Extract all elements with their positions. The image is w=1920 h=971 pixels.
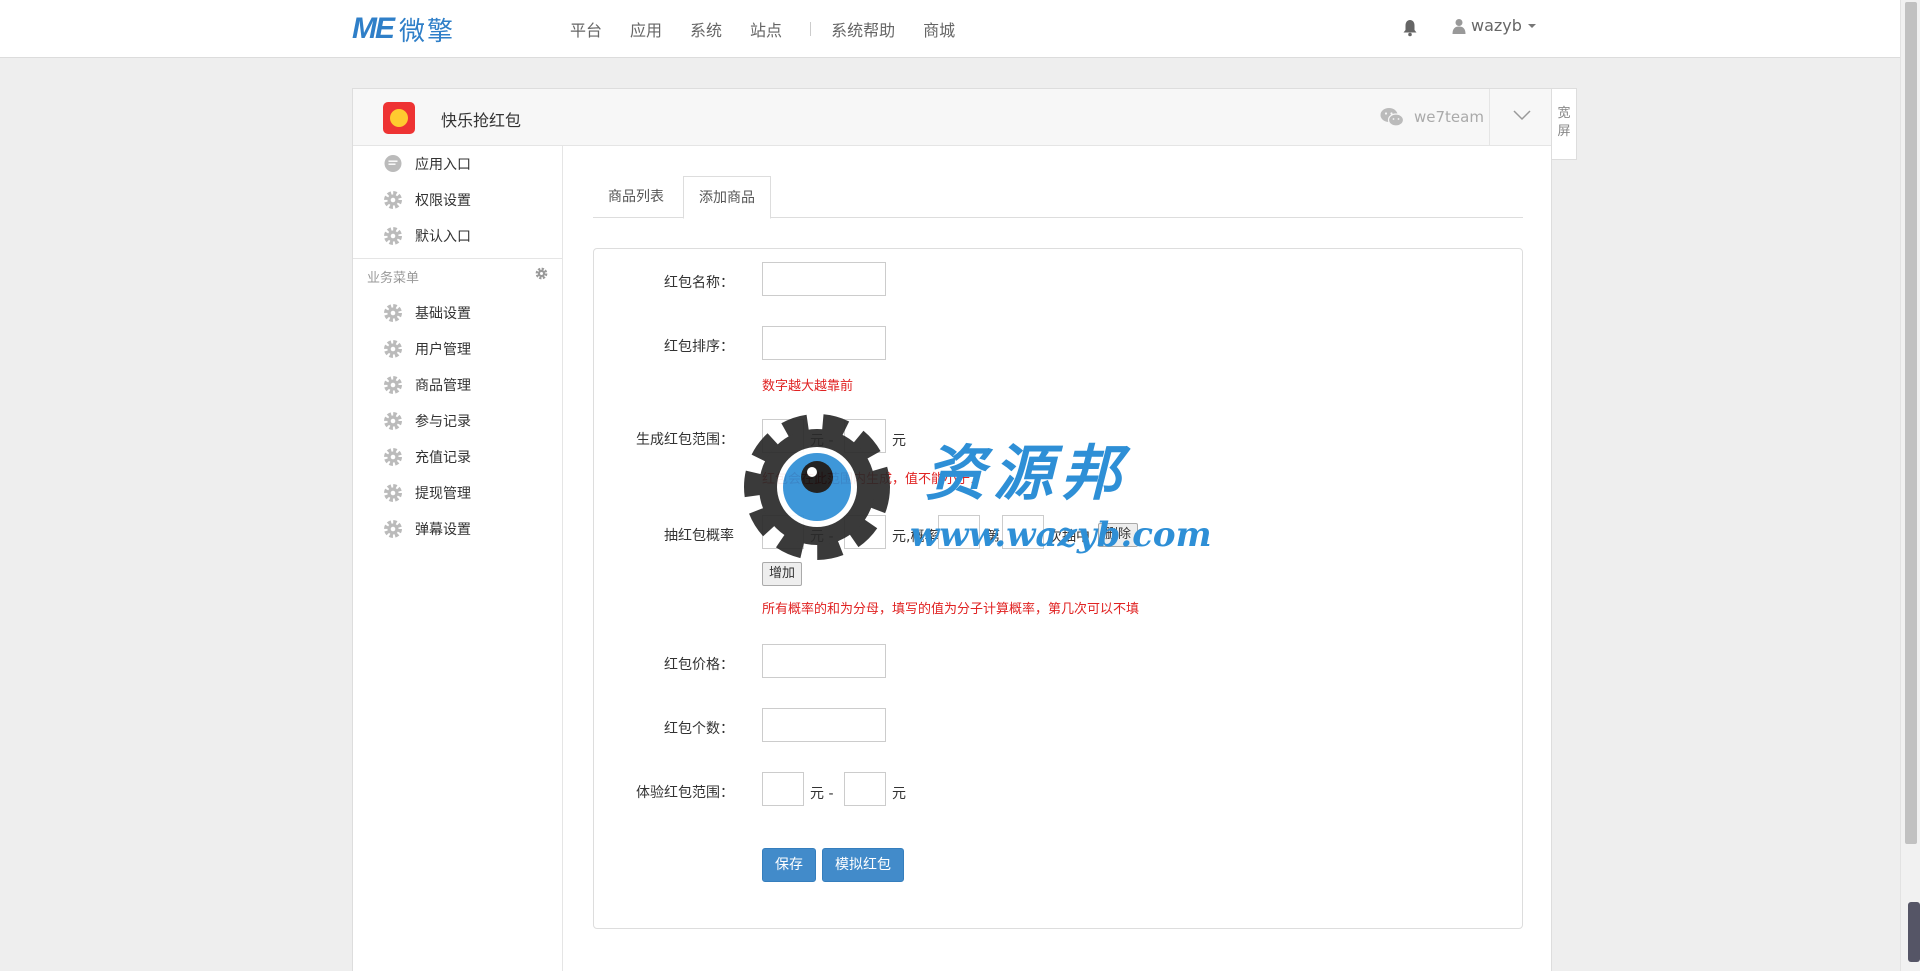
sidebar-group-title: 业务菜单 xyxy=(367,271,420,286)
price-label: 红包价格： xyxy=(664,657,734,673)
trial-label: 体验红包范围： xyxy=(636,785,734,801)
sidebar-item-recharge[interactable]: 充值记录 xyxy=(353,439,563,475)
sidebar-item-label: 商品管理 xyxy=(415,378,471,394)
scrollbar-thumb[interactable] xyxy=(1905,2,1917,844)
caret-down-icon xyxy=(1527,23,1536,28)
product-form: 红包名称： 红包排序： 数字越大越靠前 生成红包范围： 元 - 元 红包会在此范… xyxy=(593,248,1523,929)
sidebar-item-default-entry[interactable]: 默认入口 xyxy=(353,218,563,254)
count-label: 红包个数： xyxy=(664,721,734,737)
gear-icon xyxy=(384,520,402,538)
nav-item-apps[interactable]: 应用 xyxy=(630,17,662,41)
sidebar-item-withdraw[interactable]: 提现管理 xyxy=(353,475,563,511)
nav-divider xyxy=(810,22,812,36)
sidebar: 应用入口 权限设置 默认入口 业务菜单 基础设置 用户管理 商品管理 参与记录 … xyxy=(353,146,563,971)
main-nav: 平台 应用 系统 站点 系统帮助 商城 xyxy=(570,0,983,58)
sidebar-item-permission[interactable]: 权限设置 xyxy=(353,182,563,218)
bell-icon[interactable] xyxy=(1402,19,1418,37)
tab-add-product[interactable]: 添加商品 xyxy=(683,176,771,219)
panel-header: 快乐抢红包 we7team xyxy=(353,89,1551,146)
simulate-button[interactable]: 模拟红包 xyxy=(822,848,904,882)
gear-icon xyxy=(384,376,402,394)
tab-product-list[interactable]: 商品列表 xyxy=(593,176,679,218)
sort-label: 红包排序： xyxy=(664,339,734,355)
sidebar-item-label: 权限设置 xyxy=(415,193,471,209)
app-icon xyxy=(383,102,415,134)
gear-icon xyxy=(384,340,402,358)
sidebar-item-participation[interactable]: 参与记录 xyxy=(353,403,563,439)
gear-icon xyxy=(384,448,402,466)
sort-input[interactable] xyxy=(762,326,886,360)
gear-icon xyxy=(384,191,402,209)
gear-icon xyxy=(384,304,402,322)
watermark-gear-icon xyxy=(744,414,890,560)
name-label: 红包名称： xyxy=(664,275,734,291)
sidebar-item-basic-settings[interactable]: 基础设置 xyxy=(353,295,563,331)
trial-unit-dash: 元 - xyxy=(810,786,834,802)
sort-hint: 数字越大越靠前 xyxy=(762,379,854,394)
nav-item-site[interactable]: 站点 xyxy=(750,17,782,41)
nav-item-help[interactable]: 系统帮助 xyxy=(831,17,895,41)
sidebar-item-label: 应用入口 xyxy=(415,157,471,173)
account-name: we7team xyxy=(1414,108,1484,126)
widescreen-toggle[interactable]: 宽屏 xyxy=(1552,88,1577,160)
sidebar-item-danmaku[interactable]: 弹幕设置 xyxy=(353,511,563,547)
prob-label: 抽红包概率 xyxy=(664,528,734,544)
nav-item-platform[interactable]: 平台 xyxy=(570,17,602,41)
watermark-url: www.wazyb.com xyxy=(910,515,1212,555)
sidebar-divider xyxy=(353,258,563,259)
gear-icon xyxy=(384,412,402,430)
gear-icon xyxy=(384,484,402,502)
floating-widget[interactable] xyxy=(1908,902,1920,962)
trial-unit: 元 xyxy=(892,786,906,802)
range-label: 生成红包范围： xyxy=(636,432,734,448)
trial-max-input[interactable] xyxy=(844,772,886,806)
sidebar-item-users[interactable]: 用户管理 xyxy=(353,331,563,367)
username: wazyb xyxy=(1471,16,1522,35)
prob-hint: 所有概率的和为分母，填写的值为分子计算概率，第几次可以不填 xyxy=(762,602,1140,617)
user-menu[interactable]: wazyb xyxy=(1452,16,1536,35)
page-scrollbar[interactable] xyxy=(1900,0,1920,971)
sidebar-item-label: 充值记录 xyxy=(415,450,471,466)
chevron-down-icon[interactable] xyxy=(1513,109,1531,121)
nav-item-system[interactable]: 系统 xyxy=(690,17,722,41)
name-input[interactable] xyxy=(762,262,886,296)
logo[interactable]: ME 微擎 xyxy=(352,12,455,47)
sidebar-item-products[interactable]: 商品管理 xyxy=(353,367,563,403)
top-navbar: ME 微擎 平台 应用 系统 站点 系统帮助 商城 wazyb xyxy=(0,0,1900,58)
trial-min-input[interactable] xyxy=(762,772,804,806)
logo-mark: ME xyxy=(352,12,395,45)
price-input[interactable] xyxy=(762,644,886,678)
sidebar-item-label: 基础设置 xyxy=(415,306,471,322)
comment-icon xyxy=(384,155,402,172)
sidebar-item-label: 提现管理 xyxy=(415,486,471,502)
sidebar-item-label: 弹幕设置 xyxy=(415,522,471,538)
logo-text: 微擎 xyxy=(399,16,456,47)
tab-bar: 商品列表 添加商品 xyxy=(593,176,1523,219)
header-divider xyxy=(1489,89,1490,146)
sidebar-item-app-entry[interactable]: 应用入口 xyxy=(353,146,563,182)
save-button[interactable]: 保存 xyxy=(762,848,816,882)
sidebar-item-label: 默认入口 xyxy=(415,229,471,245)
sidebar-item-label: 用户管理 xyxy=(415,342,471,358)
sidebar-item-label: 参与记录 xyxy=(415,414,471,430)
user-icon xyxy=(1452,18,1466,34)
gear-icon[interactable] xyxy=(535,267,548,280)
wechat-icon xyxy=(1380,108,1404,127)
gear-icon xyxy=(384,227,402,245)
nav-item-store[interactable]: 商城 xyxy=(923,17,955,41)
app-title: 快乐抢红包 xyxy=(441,111,522,130)
watermark-text: 资源邦 xyxy=(925,439,1129,509)
count-input[interactable] xyxy=(762,708,886,742)
account-switcher[interactable]: we7team xyxy=(1380,107,1484,127)
